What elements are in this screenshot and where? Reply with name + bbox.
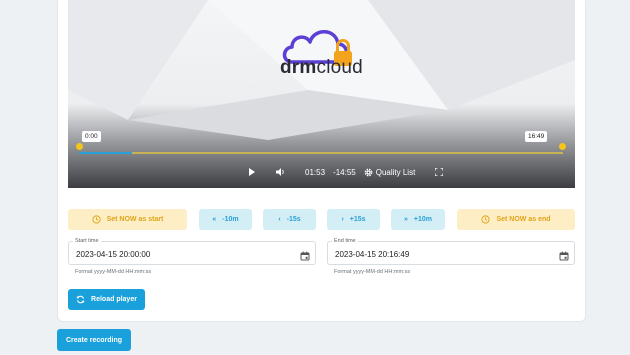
set-now-start-label: Set NOW as start [106, 216, 164, 223]
play-icon[interactable] [248, 168, 256, 176]
gear-icon [364, 168, 373, 176]
forward-15s-label: +15s [349, 216, 366, 223]
seek-progress [79, 152, 133, 154]
reload-player-label: Reload player [91, 296, 137, 303]
quality-menu[interactable]: Quality List [364, 167, 416, 177]
end-time-value: 2023-04-15 20:16:49 [335, 250, 410, 259]
set-now-end-label: Set NOW as end [496, 216, 551, 223]
forward-10m-button[interactable]: » +10m [391, 209, 445, 230]
chevron-right-icon: › [341, 216, 344, 223]
create-recording-button[interactable]: Create recording [57, 329, 131, 351]
set-now-start-button[interactable]: Set NOW as start [68, 209, 187, 230]
start-time-label: Start time [73, 237, 101, 245]
volume-icon[interactable] [276, 168, 285, 176]
refresh-icon [76, 295, 85, 304]
video-player[interactable]: drmcloud 0:00 16:49 01:53 -14:55 Quality… [68, 0, 575, 188]
start-marker[interactable] [76, 143, 83, 150]
seek-track[interactable] [79, 152, 563, 154]
forward-15s-button[interactable]: › +15s [327, 209, 380, 230]
end-time-field[interactable]: End time 2023-04-15 20:16:49 [327, 237, 575, 266]
logo-text-bold: drm [280, 57, 317, 78]
chevron-left-icon: ‹ [278, 216, 281, 223]
double-chevron-left-icon: « [212, 216, 217, 223]
calendar-icon[interactable] [300, 248, 310, 266]
current-time: 01:53 [305, 167, 326, 177]
calendar-icon[interactable] [559, 248, 569, 266]
create-recording-label: Create recording [65, 336, 123, 344]
remaining-time: -14:55 [333, 167, 356, 177]
end-marker[interactable] [559, 143, 566, 150]
fullscreen-icon[interactable] [435, 168, 444, 176]
clock-icon [481, 215, 491, 224]
rewind-10m-label: -10m [222, 216, 239, 223]
rewind-15s-label: -15s [286, 216, 301, 223]
end-time-badge: 16:49 [525, 131, 548, 142]
clock-icon [91, 215, 101, 224]
start-time-field[interactable]: Start time 2023-04-15 20:00:00 [68, 237, 316, 266]
end-time-label: End time [332, 237, 358, 245]
rewind-10m-button[interactable]: « -10m [199, 209, 252, 230]
quality-label: Quality List [375, 167, 416, 177]
start-time-badge: 0:00 [82, 131, 101, 142]
forward-10m-label: +10m [413, 216, 432, 223]
start-time-value: 2023-04-15 20:00:00 [76, 250, 151, 259]
player-controls: 01:53 -14:55 Quality List [248, 165, 444, 179]
rewind-15s-button[interactable]: ‹ -15s [263, 209, 316, 230]
set-now-end-button[interactable]: Set NOW as end [457, 209, 575, 230]
start-time-hint: Format yyyy-MM-dd HH:mm:ss [75, 269, 152, 275]
logo-wordmark: drmcloud [280, 57, 380, 79]
reload-player-button[interactable]: Reload player [68, 289, 145, 310]
double-chevron-right-icon: » [403, 216, 408, 223]
end-time-hint: Format yyyy-MM-dd HH:mm:ss [334, 269, 411, 275]
logo-text-light: cloud [316, 57, 363, 78]
